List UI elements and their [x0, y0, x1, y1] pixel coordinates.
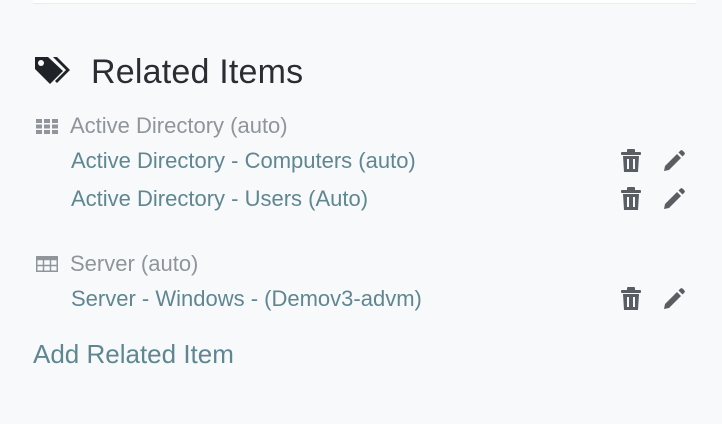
add-related-item-link[interactable]: Add Related Item — [33, 339, 234, 370]
related-item-link[interactable]: Active Directory - Users (Auto) — [71, 186, 368, 212]
group-header: Active Directory (auto) — [36, 111, 696, 141]
related-item-link[interactable]: Active Directory - Computers (auto) — [71, 148, 416, 174]
table-icon — [36, 255, 58, 273]
item-actions — [619, 149, 686, 173]
related-item-row: Active Directory - Computers (auto) — [36, 142, 696, 180]
item-actions — [619, 287, 686, 311]
trash-icon[interactable] — [619, 287, 643, 311]
group-server: Server (auto) Server - Windows - (Demov3… — [36, 249, 696, 318]
tags-icon — [33, 54, 73, 90]
related-items-panel: Related Items Active Directory (auto) Ac… — [0, 0, 722, 424]
trash-icon[interactable] — [619, 187, 643, 211]
related-item-row: Server - Windows - (Demov3-advm) — [36, 280, 696, 318]
section-header: Related Items — [33, 50, 303, 94]
group-label: Server (auto) — [70, 251, 199, 276]
trash-icon[interactable] — [619, 149, 643, 173]
group-header: Server (auto) — [36, 249, 696, 279]
related-item-row: Active Directory - Users (Auto) — [36, 180, 696, 218]
related-item-link[interactable]: Server - Windows - (Demov3-advm) — [71, 286, 422, 312]
top-card-edge — [33, 0, 696, 4]
group-active-directory: Active Directory (auto) Active Directory… — [36, 111, 696, 218]
pencil-icon[interactable] — [662, 187, 686, 211]
pencil-icon[interactable] — [662, 149, 686, 173]
grid-icon — [36, 117, 58, 135]
section-title: Related Items — [91, 52, 304, 91]
pencil-icon[interactable] — [662, 287, 686, 311]
item-actions — [619, 187, 686, 211]
group-label: Active Directory (auto) — [70, 113, 288, 138]
